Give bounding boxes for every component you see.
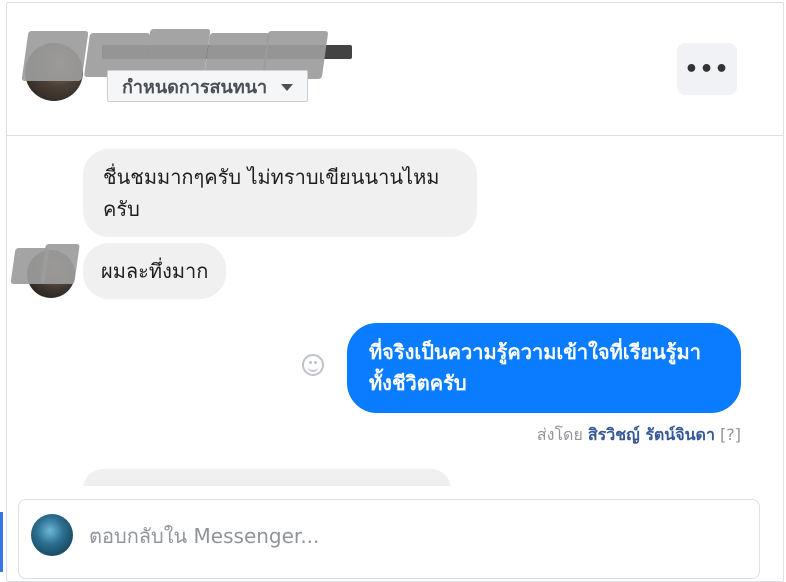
avatar-redaction	[40, 244, 80, 284]
message-thread: ชื่นชมมากๆครับ ไม่ทราบเขียนนานไหมครับ ผม…	[7, 136, 783, 486]
reply-composer[interactable]	[18, 499, 760, 579]
message-text: ที่จริงเป็นความรู้ความเข้าใจที่เรียนรู้ม…	[369, 340, 701, 395]
more-options-icon: •••	[684, 56, 730, 82]
conversation-settings-button[interactable]: กำหนดการสนทนา	[107, 70, 309, 102]
more-options-button[interactable]: •••	[677, 43, 737, 95]
message-text: ชื่นชมมากๆครับ ไม่ทราบเขียนนานไหมครับ	[103, 165, 440, 221]
conversation-settings-label: กำหนดการสนทนา	[122, 76, 268, 98]
reply-input[interactable]	[87, 520, 691, 552]
sent-by-prefix: ส่งโดย	[536, 425, 583, 444]
message-bubble-incoming: ผมละทึ่งมาก	[83, 243, 227, 299]
help-link[interactable]: [?]	[720, 425, 741, 444]
messenger-panel: กำหนดการสนทนา ••• ชื่นชมมากๆครับ ไม่ทราบ…	[6, 2, 784, 582]
react-emoji-icon[interactable]	[302, 354, 324, 376]
message-bubble-incoming: ชื่นชมมากๆครับ ไม่ทราบเขียนนานไหมครับ	[83, 149, 477, 237]
name-redaction	[21, 31, 89, 81]
user-avatar	[31, 514, 73, 556]
conversation-header: กำหนดการสนทนา •••	[7, 3, 783, 136]
sender-name-link[interactable]: สิรวิชญ์ รัตน์จินดา	[588, 425, 715, 444]
message-bubble-outgoing: ที่จริงเป็นความรู้ความเข้าใจที่เรียนรู้ม…	[347, 323, 741, 413]
caret-down-icon	[281, 83, 294, 91]
focus-accent-bar	[0, 512, 3, 572]
message-text: ผมละทึ่งมาก	[101, 259, 209, 283]
message-bubble-incoming-partial	[83, 469, 451, 486]
sent-by-line: ส่งโดย สิรวิชญ์ รัตน์จินดา [?]	[537, 423, 741, 448]
